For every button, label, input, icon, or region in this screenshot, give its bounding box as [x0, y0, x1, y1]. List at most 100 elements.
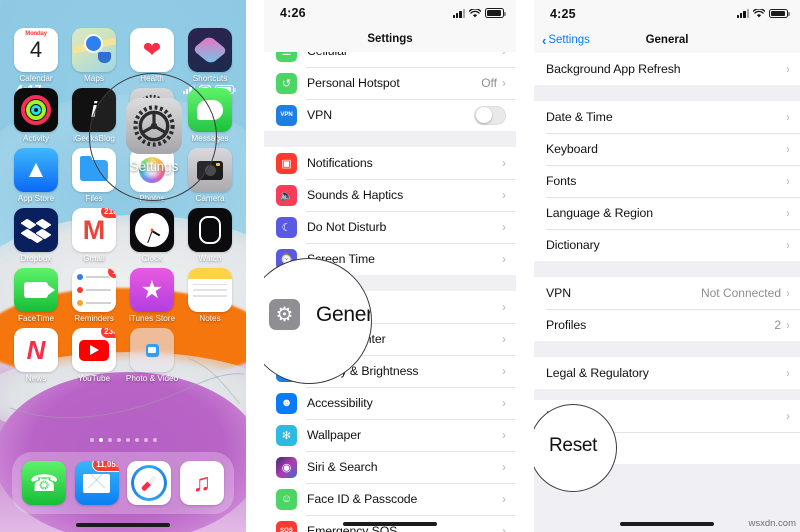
settings-row-personal-hotspot[interactable]: ↺ Personal Hotspot Off › — [264, 67, 516, 100]
settings-row-date-time[interactable]: Date & Time › — [534, 101, 800, 133]
youtube-icon: 230 — [72, 328, 116, 372]
app-label: Maps — [83, 74, 105, 83]
app-notes[interactable]: Notes — [184, 268, 236, 323]
settings-row-label: Fonts — [546, 174, 577, 188]
vpn-icon: VPN — [276, 104, 297, 126]
chevron-right-icon: › — [502, 332, 506, 347]
music-icon[interactable]: ♫ — [179, 461, 224, 505]
chevron-right-icon: › — [502, 460, 506, 475]
status-indicators — [736, 8, 790, 19]
settings-row-keyboard[interactable]: Keyboard › — [534, 133, 800, 165]
wifi-icon — [753, 9, 765, 18]
home-indicator[interactable] — [620, 522, 714, 526]
phone-icon[interactable]: ☎ — [22, 461, 67, 505]
app-facetime[interactable]: FaceTime — [10, 268, 62, 323]
settings-row-background-app-refresh[interactable]: Background App Refresh › — [534, 53, 800, 85]
settings-group: VPN Not Connected › Profiles 2 › — [534, 277, 800, 341]
app-badge: 11,059 — [91, 461, 119, 472]
chevron-right-icon: › — [786, 318, 790, 332]
settings-row-siri-search[interactable]: ◉ Siri & Search › — [264, 451, 516, 484]
activity-icon — [14, 88, 58, 132]
chevron-right-icon: › — [786, 206, 790, 220]
app-clock[interactable]: Clock — [126, 208, 178, 263]
home-indicator[interactable] — [76, 523, 170, 527]
chevron-right-icon: › — [786, 142, 790, 156]
settings-row-do-not-disturb[interactable]: ☾ Do Not Disturb › — [264, 211, 516, 244]
app-label: Gmail — [83, 254, 105, 263]
safari-icon[interactable] — [127, 461, 172, 505]
back-button-label: Settings — [548, 34, 590, 46]
settings-app: 4:26 Settings ☰ Cellular — [264, 0, 516, 532]
vpn-toggle[interactable] — [474, 105, 506, 125]
app-app-store[interactable]: ▲ App Store — [10, 148, 62, 203]
app-maps[interactable]: Maps — [68, 28, 120, 83]
settings-row-accessibility[interactable]: ☻ Accessibility › — [264, 387, 516, 420]
personal-hotspot-icon: ↺ — [276, 72, 297, 94]
app-label: Notes — [199, 314, 221, 323]
home-indicator[interactable] — [343, 522, 437, 526]
accessibility-icon: ☻ — [276, 392, 297, 414]
watch-icon — [188, 208, 232, 252]
settings-row-label: VPN — [546, 286, 571, 300]
settings-row-label: Accessibility — [307, 396, 373, 411]
notifications-icon: ▣ — [276, 152, 297, 174]
gmail-icon: M 213 — [72, 208, 116, 252]
app-label: Shortcuts — [192, 74, 228, 83]
settings-row-fonts[interactable]: Fonts › — [534, 165, 800, 197]
folder-photo-video[interactable]: Photo & Video — [126, 328, 178, 383]
settings-row-label: VPN — [307, 108, 332, 123]
settings-row-language-region[interactable]: Language & Region › — [534, 197, 800, 229]
chevron-right-icon: › — [502, 156, 506, 171]
magnifier-reset-label: Reset — [549, 435, 598, 456]
app-news[interactable]: N News — [10, 328, 62, 383]
app-label: YouTube — [77, 374, 111, 383]
page-title: General — [645, 34, 689, 46]
settings-row-value: Off — [481, 76, 497, 91]
settings-row-value: Not Connected — [700, 286, 781, 300]
settings-row-cellular[interactable]: ☰ Cellular › — [264, 52, 516, 68]
app-activity[interactable]: Activity — [10, 88, 62, 143]
status-indicators — [452, 8, 506, 18]
app-itunes-store[interactable]: ★ iTunes Store — [126, 268, 178, 323]
app-label: App Store — [17, 194, 55, 203]
settings-row-face-id-passcode[interactable]: ☺ Face ID & Passcode › — [264, 483, 516, 516]
app-gmail[interactable]: M 213 Gmail — [68, 208, 120, 263]
settings-row-dictionary[interactable]: Dictionary › — [534, 229, 800, 261]
iphone-home-screen: 4:17 Monday 4 — [0, 0, 246, 532]
settings-row-vpn[interactable]: VPN VPN — [264, 99, 516, 132]
chevron-right-icon: › — [502, 252, 506, 267]
back-button-settings[interactable]: ‹ Settings — [542, 34, 590, 47]
app-row: Dropbox M 213 Gmail Clock Watch — [10, 208, 236, 263]
settings-row-legal-regulatory[interactable]: Legal & Regulatory › — [534, 357, 800, 389]
cellular-icon: ☰ — [276, 52, 297, 62]
settings-row-wallpaper[interactable]: ✻ Wallpaper › — [264, 419, 516, 452]
app-label: Clock — [141, 254, 163, 263]
app-reminders[interactable]: 1 Reminders — [68, 268, 120, 323]
settings-row-profiles[interactable]: Profiles 2 › — [534, 309, 800, 341]
page-dots[interactable] — [0, 438, 246, 442]
settings-row-label: Siri & Search — [307, 460, 378, 475]
wifi-icon — [469, 8, 481, 18]
settings-row-sounds-haptics[interactable]: 🔈 Sounds & Haptics › — [264, 179, 516, 212]
settings-row-notifications[interactable]: ▣ Notifications › — [264, 147, 516, 180]
news-icon: N — [14, 328, 58, 372]
app-row: FaceTime 1 Reminders ★ iTunes Store Note… — [10, 268, 236, 323]
app-watch[interactable]: Watch — [184, 208, 236, 263]
nav-bar-general: ‹ Settings General — [534, 27, 800, 53]
group-gap — [534, 85, 800, 101]
magnifier-settings-label: Settings — [129, 159, 179, 174]
settings-row-vpn[interactable]: VPN Not Connected › — [534, 277, 800, 309]
mail-icon[interactable]: 11,059 — [74, 461, 119, 505]
settings-group: Legal & Regulatory › — [534, 357, 800, 389]
app-row: Monday 4 Calendar Maps ❤ Health Shortcut… — [10, 28, 236, 83]
app-dropbox[interactable]: Dropbox — [10, 208, 62, 263]
app-youtube[interactable]: 230 YouTube — [68, 328, 120, 383]
app-shortcuts[interactable]: Shortcuts — [184, 28, 236, 83]
settings-group: Background App Refresh › — [534, 53, 800, 85]
magnifier-settings: Settings — [89, 73, 217, 201]
battery-icon — [769, 8, 790, 19]
app-calendar[interactable]: Monday 4 Calendar — [10, 28, 62, 83]
chevron-right-icon: › — [502, 396, 506, 411]
chevron-right-icon: › — [786, 366, 790, 380]
chevron-right-icon: › — [502, 524, 506, 532]
